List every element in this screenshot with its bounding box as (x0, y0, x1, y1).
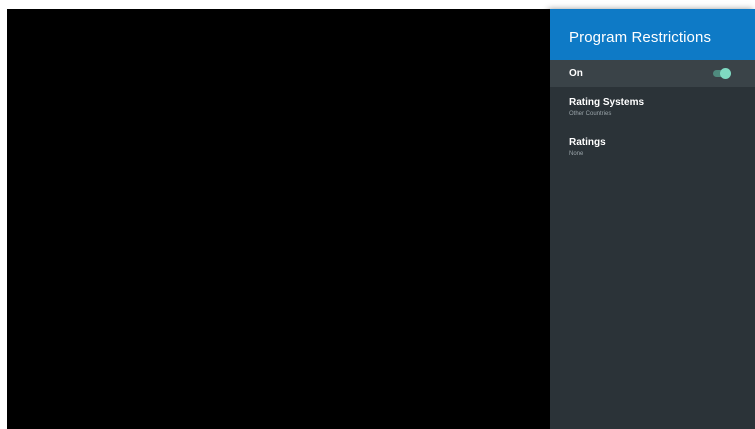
toggle-row-label: On (569, 68, 583, 79)
ratings-item[interactable]: Ratings None (550, 127, 755, 167)
switch-thumb (720, 68, 731, 79)
panel-title: Program Restrictions (569, 29, 712, 46)
rating-systems-item[interactable]: Rating Systems Other Countries (550, 87, 755, 127)
rating-systems-value: Other Countries (569, 111, 612, 117)
on-off-switch[interactable] (713, 68, 731, 79)
panel-header: Program Restrictions (550, 9, 755, 60)
rating-systems-label: Rating Systems (569, 97, 645, 108)
ratings-value: None (569, 151, 584, 157)
settings-side-panel: Program Restrictions On Rating Systems O… (550, 9, 755, 429)
restrictions-toggle-row[interactable]: On (550, 60, 755, 87)
ratings-label: Ratings (569, 137, 606, 148)
